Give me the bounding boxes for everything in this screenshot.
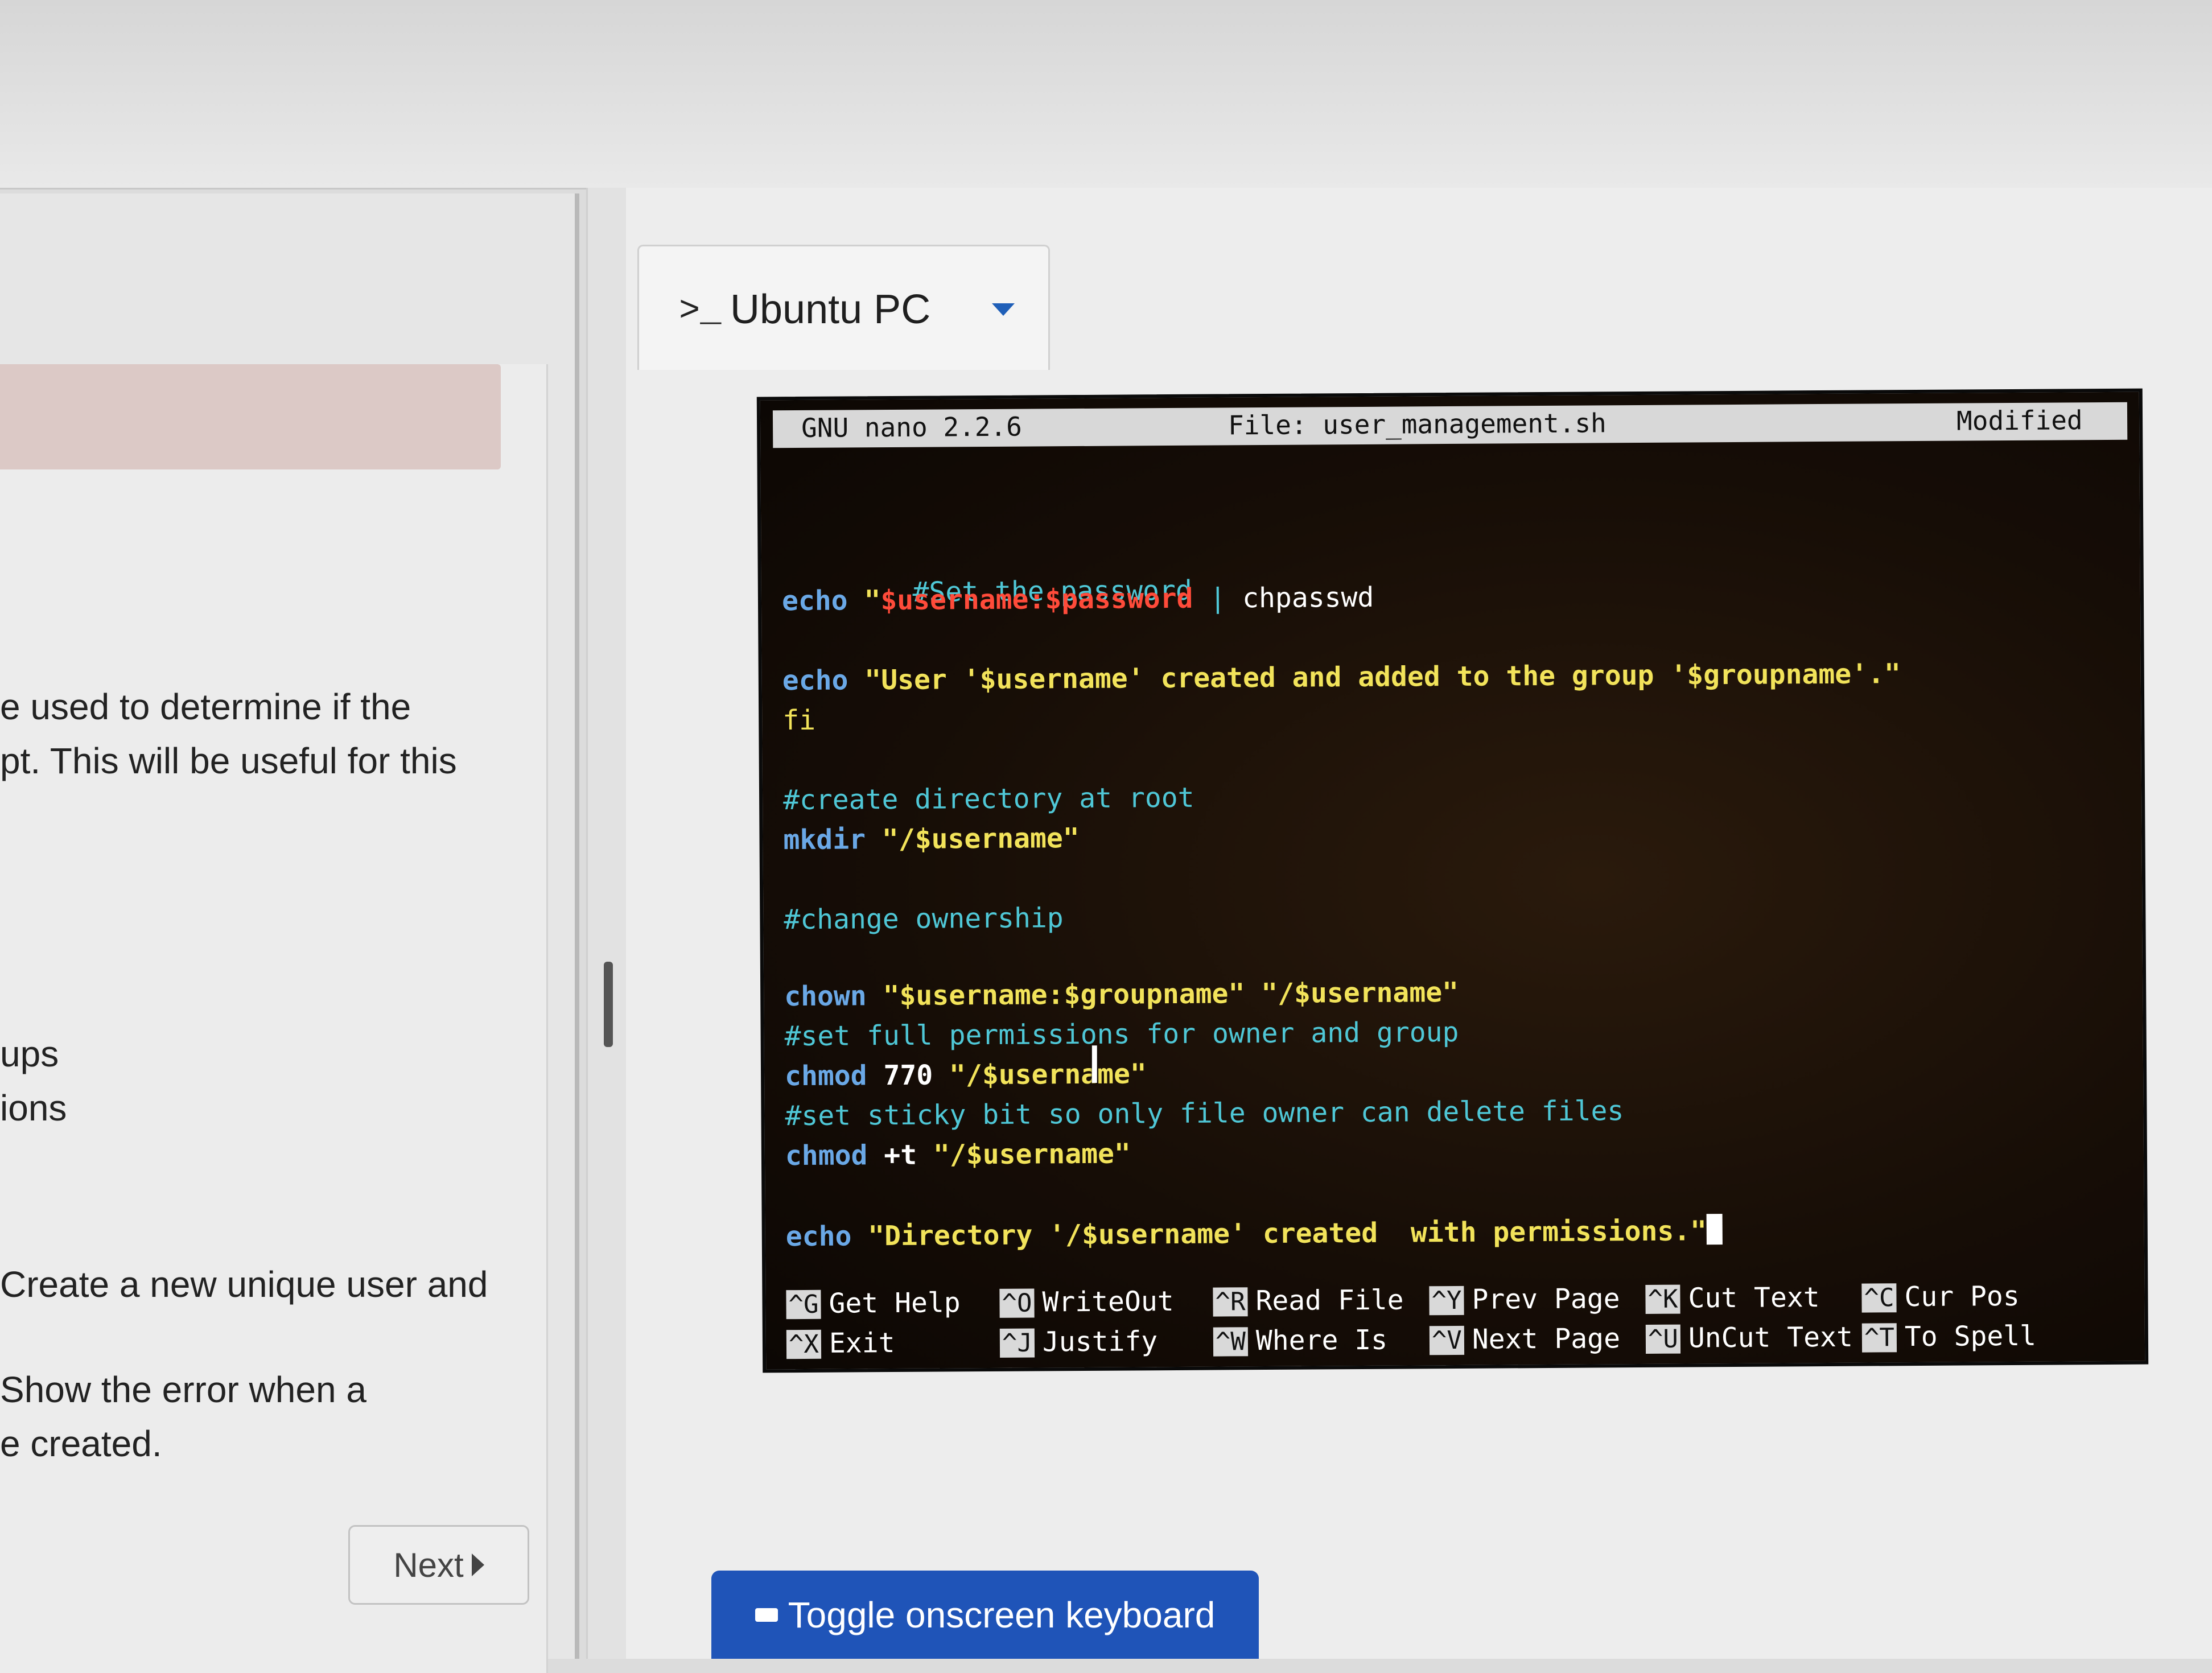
keyboard-icon xyxy=(755,1608,778,1622)
code-string: "User '$username' created and added to t… xyxy=(864,658,1901,697)
next-button-label: Next xyxy=(393,1546,464,1584)
nano-version: GNU nano 2.2.6 xyxy=(801,411,1023,443)
nano-filename: File: user_management.sh xyxy=(1227,407,1607,441)
code-keyword: mkdir xyxy=(783,823,866,856)
code-string: "$username:$groupname" "/$username" xyxy=(883,976,1459,1012)
terminal-prompt-icon: >_ xyxy=(679,291,722,331)
shortcut-to-spell[interactable]: ^T To Spell xyxy=(1861,1320,2036,1353)
nano-shortcut-bar: ^G Get Help ^O WriteOut ^R Read File ^Y Prev… xyxy=(786,1280,2141,1368)
code-comment: #change ownership xyxy=(784,902,1064,936)
i-beam-cursor-icon: I xyxy=(1087,1036,1102,1095)
shortcut-next-page[interactable]: ^V Next Page xyxy=(1429,1322,1620,1355)
instruction-line: pt. This will be useful for this xyxy=(0,740,457,781)
shortcut-prev-page[interactable]: ^Y Prev Page xyxy=(1429,1283,1620,1316)
code-keyword: chown xyxy=(784,980,867,1013)
instruction-line: e used to determine if the xyxy=(0,686,411,727)
instruction-line: Show the error when a xyxy=(0,1369,366,1410)
shortcut-justify[interactable]: ^J Justify xyxy=(999,1325,1158,1358)
code-number: 770 xyxy=(883,1059,933,1092)
code-string: "/$username" xyxy=(949,1058,1147,1091)
code-line: #create directory at root xyxy=(783,782,1194,816)
instructions-card xyxy=(0,364,548,1673)
code-line: #set sticky bit so only file owner can d… xyxy=(785,1095,1624,1132)
instruction-line: e created. xyxy=(0,1423,162,1464)
instruction-line: ions xyxy=(0,1087,67,1128)
toggle-keyboard-label: Toggle onscreen keyboard xyxy=(788,1594,1216,1635)
alert-bar xyxy=(0,364,501,469)
instruction-line: ups xyxy=(0,1033,59,1074)
tab-title: Ubuntu PC xyxy=(730,287,931,332)
browser-top-strip xyxy=(0,0,2212,189)
chevron-down-icon[interactable] xyxy=(992,303,1015,316)
code-line: chmod +t "/$username" xyxy=(785,1138,1131,1172)
code-line: fi xyxy=(782,704,815,736)
terminal-window[interactable]: GNU nano 2.2.6 File: user_management.sh … xyxy=(756,388,2149,1373)
code-keyword: echo xyxy=(781,584,848,617)
shortcut-get-help[interactable]: ^G Get Help xyxy=(786,1287,961,1320)
code-keyword: chmod xyxy=(784,1060,867,1093)
shortcut-exit[interactable]: ^X Exit xyxy=(786,1327,895,1359)
splitter-handle[interactable] xyxy=(604,962,613,1047)
play-arrow-icon xyxy=(471,1554,484,1576)
shortcut-where-is[interactable]: ^W Where Is xyxy=(1213,1324,1387,1357)
code-line: echo "User '$username' created and added… xyxy=(782,658,1901,697)
text-cursor xyxy=(1706,1214,1723,1245)
code-keyword: echo xyxy=(782,664,848,697)
shortcut-uncut-text[interactable]: ^U UnCut Text xyxy=(1645,1321,1853,1354)
code-command: chpasswd xyxy=(1242,581,1374,615)
nano-title-bar: GNU nano 2.2.6 File: user_management.sh … xyxy=(772,402,2128,448)
code-comment: #set sticky bit so only file owner can d… xyxy=(785,1095,1624,1132)
tab-ubuntu-pc[interactable]: >_ Ubuntu PC xyxy=(637,245,1050,370)
code-string: "Directory '/$username' created with per… xyxy=(868,1215,1707,1252)
code-keyword: fi xyxy=(782,704,816,737)
instruction-line: Create a new unique user and xyxy=(0,1264,488,1305)
code-variable: $username:$password xyxy=(880,582,1193,617)
nano-status: Modified xyxy=(1956,405,2083,436)
code-line: echo "$username:$password | chpasswd xyxy=(782,582,1374,617)
code-argument: +t xyxy=(884,1139,917,1172)
code-line: mkdir "/$username" xyxy=(783,822,1080,856)
code-comment: #create directory at root xyxy=(782,781,1194,817)
shortcut-cur-pos[interactable]: ^C Cur Pos xyxy=(1861,1280,2020,1313)
code-pipe: | xyxy=(1193,582,1243,615)
toggle-keyboard-button[interactable]: Toggle onscreen keyboard xyxy=(711,1571,1259,1659)
code-quote: " xyxy=(864,584,881,617)
code-keyword: echo xyxy=(785,1220,852,1253)
code-line: chown "$username:$groupname" "/$username… xyxy=(784,976,1459,1012)
panel-splitter[interactable] xyxy=(586,188,629,1659)
shortcut-read-file[interactable]: ^R Read File xyxy=(1213,1284,1404,1317)
shortcut-cut-text[interactable]: ^K Cut Text xyxy=(1645,1281,1820,1314)
code-keyword: chmod xyxy=(785,1139,868,1172)
next-button[interactable]: Next xyxy=(348,1525,529,1605)
code-line: #change ownership xyxy=(784,902,1064,936)
code-line: echo "Directory '/$username' created wit… xyxy=(786,1214,1723,1252)
code-string: "/$username" xyxy=(933,1138,1131,1171)
code-string: "/$username" xyxy=(881,822,1080,856)
code-line: #set full permissions for owner and grou… xyxy=(784,1016,1459,1052)
shortcut-writeout[interactable]: ^O WriteOut xyxy=(999,1285,1174,1318)
code-comment: #set full permissions for owner and grou… xyxy=(784,1016,1459,1053)
